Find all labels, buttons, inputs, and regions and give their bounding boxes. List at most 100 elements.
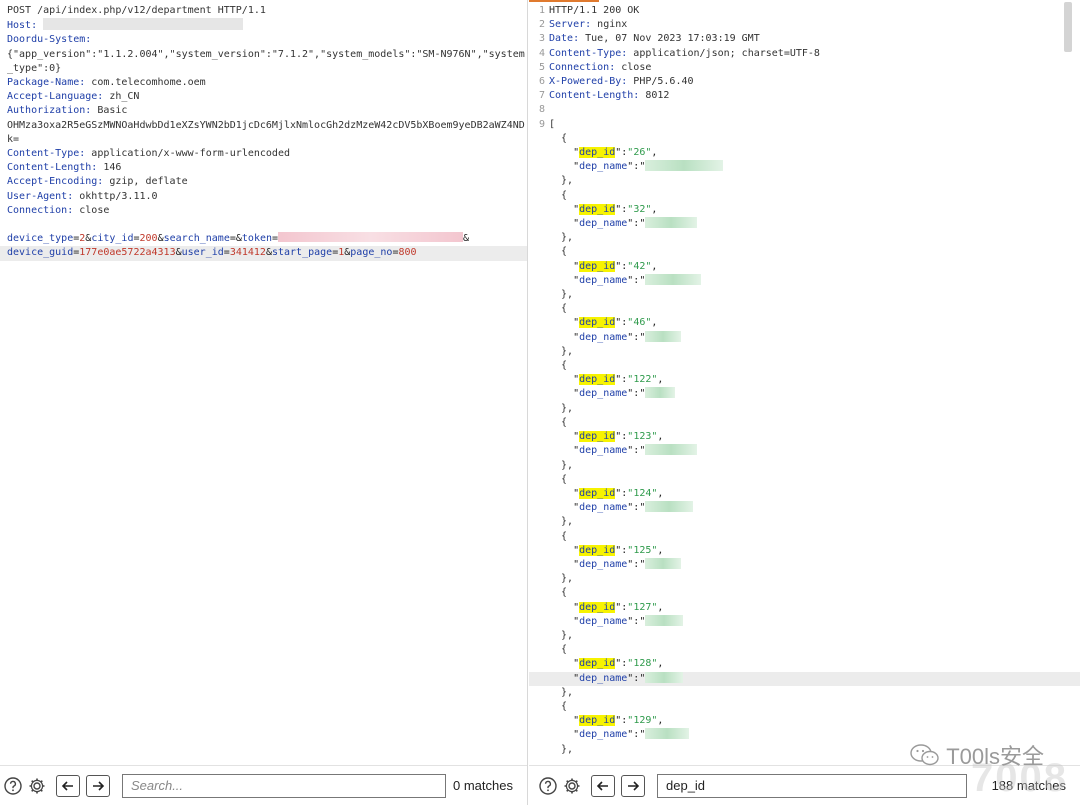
json-key-dep-id: dep_id <box>579 658 616 670</box>
request-text-line: k= <box>7 133 20 145</box>
line-content: }, <box>549 345 574 357</box>
next-match-button[interactable] <box>86 774 110 797</box>
dep-id-value: 124 <box>633 487 652 499</box>
json-value-dep-id: "42" <box>627 260 652 272</box>
dep-id-value: 122 <box>633 374 652 386</box>
json-object-open: { <box>529 189 1080 203</box>
line-content: "dep_id":"46", <box>549 317 658 329</box>
gear-icon[interactable] <box>561 775 583 797</box>
json-object-open: { <box>529 586 1080 600</box>
line-content: "dep_id":"32", <box>549 203 658 215</box>
response-search-box <box>657 773 967 798</box>
json-object-open: { <box>529 416 1080 430</box>
line-content: "dep_name":" <box>549 160 1080 174</box>
request-line: _type":0} <box>0 62 527 76</box>
line-number <box>529 444 549 458</box>
request-pane: POST /api/index.php/v12/department HTTP/… <box>0 0 528 805</box>
line-number <box>529 615 549 629</box>
header-name: X-Powered-By: <box>549 76 628 88</box>
param-value: 341412 <box>229 247 266 259</box>
line-number <box>529 686 549 700</box>
json-dep-id-line: "dep_id":"128", <box>529 657 1080 671</box>
request-line: Package-Name: com.telecomhome.oem <box>0 76 527 90</box>
line-content: "dep_id":"124", <box>549 487 664 499</box>
json-key-dep-name: dep_name <box>579 388 628 400</box>
json-dep-name-line: "dep_name":" <box>529 444 1080 458</box>
request-match-count: 0 matches <box>453 778 513 793</box>
dep-id-value: 128 <box>633 658 652 670</box>
line-content: { <box>549 473 568 485</box>
line-number <box>529 473 549 487</box>
next-match-button[interactable] <box>621 774 645 797</box>
line-number <box>529 530 549 544</box>
line-number <box>529 203 549 217</box>
request-search-input[interactable] <box>131 778 437 793</box>
request-editor[interactable]: POST /api/index.php/v12/department HTTP/… <box>0 0 527 765</box>
line-number: 2 <box>538 19 545 31</box>
header-value: close <box>615 61 652 73</box>
vertical-scrollbar[interactable] <box>1064 2 1072 52</box>
json-object-open: { <box>529 473 1080 487</box>
param-name: token <box>241 233 273 245</box>
help-circle-icon[interactable] <box>2 775 24 797</box>
redacted-dep-name <box>645 217 698 229</box>
json-key-dep-name: dep_name <box>579 218 628 230</box>
json-object-close: }, <box>529 629 1080 643</box>
request-text-line: _type":0} <box>7 62 62 74</box>
header-name: Doordu-System: <box>7 34 92 46</box>
header-name: Date: <box>549 33 580 45</box>
param-name: user_id <box>181 247 224 259</box>
redacted-dep-name <box>645 330 682 342</box>
request-line: k= <box>0 133 527 147</box>
line-number <box>529 132 549 146</box>
json-dep-id-line: "dep_id":"42", <box>529 260 1080 274</box>
json-key-dep-name: dep_name <box>579 445 628 457</box>
gear-icon[interactable] <box>26 775 48 797</box>
line-number: 5 <box>538 61 545 73</box>
previous-match-button[interactable] <box>591 774 615 797</box>
response-search-input[interactable] <box>666 778 958 793</box>
header-value: 8012 <box>639 90 670 102</box>
json-key-dep-name: dep_name <box>579 558 628 570</box>
response-line: 8 <box>529 103 1080 117</box>
json-value-dep-id: "122" <box>627 374 658 386</box>
header-name: Authorization: <box>7 105 92 117</box>
json-object-open: { <box>529 302 1080 316</box>
line-content: }, <box>549 232 574 244</box>
json-object-open: { <box>529 643 1080 657</box>
json-value-dep-id: "127" <box>627 601 658 613</box>
request-text: POST /api/index.php/v12/department HTTP/… <box>0 0 527 261</box>
request-line: Doordu-System: <box>0 33 527 47</box>
line-number <box>529 260 549 274</box>
request-line: POST /api/index.php/v12/department HTTP/… <box>0 4 527 18</box>
line-number <box>529 714 549 728</box>
header-value: gzip, deflate <box>103 176 188 188</box>
response-line: 1 HTTP/1.1 200 OK <box>529 4 1080 18</box>
dep-id-value: 32 <box>633 203 646 215</box>
line-content: "dep_name":" <box>549 501 1080 515</box>
request-line: OHMza3oxa2R5eGSzMWNOaHdwbDd1eXZsYWN2bD1j… <box>0 119 527 133</box>
json-dep-id-line: "dep_id":"129", <box>529 714 1080 728</box>
json-dep-name-line: "dep_name":" <box>529 217 1080 231</box>
line-number <box>529 430 549 444</box>
previous-match-button[interactable] <box>56 774 80 797</box>
line-number <box>529 459 549 473</box>
line-content: }, <box>549 686 574 698</box>
line-number <box>529 501 549 515</box>
redacted-dep-name <box>645 614 684 626</box>
line-number <box>529 274 549 288</box>
response-editor[interactable]: 1 HTTP/1.1 200 OK 2 Server: nginx 3 Date: Tue… <box>529 0 1080 765</box>
line-number <box>529 657 549 671</box>
header-value: zh_CN <box>103 91 140 103</box>
line-number: 8 <box>538 104 545 116</box>
json-value-dep-id: "125" <box>627 544 658 556</box>
line-number <box>529 728 549 742</box>
header-value: application/x-www-form-urlencoded <box>85 148 290 160</box>
json-key-dep-name: dep_name <box>579 502 628 514</box>
line-content: "dep_name":" <box>549 217 1080 231</box>
help-circle-icon[interactable] <box>537 775 559 797</box>
param-name: device_type <box>7 233 74 245</box>
json-key-dep-name: dep_name <box>579 161 628 173</box>
line-number <box>529 160 549 174</box>
line-content: HTTP/1.1 200 OK <box>549 4 1080 18</box>
